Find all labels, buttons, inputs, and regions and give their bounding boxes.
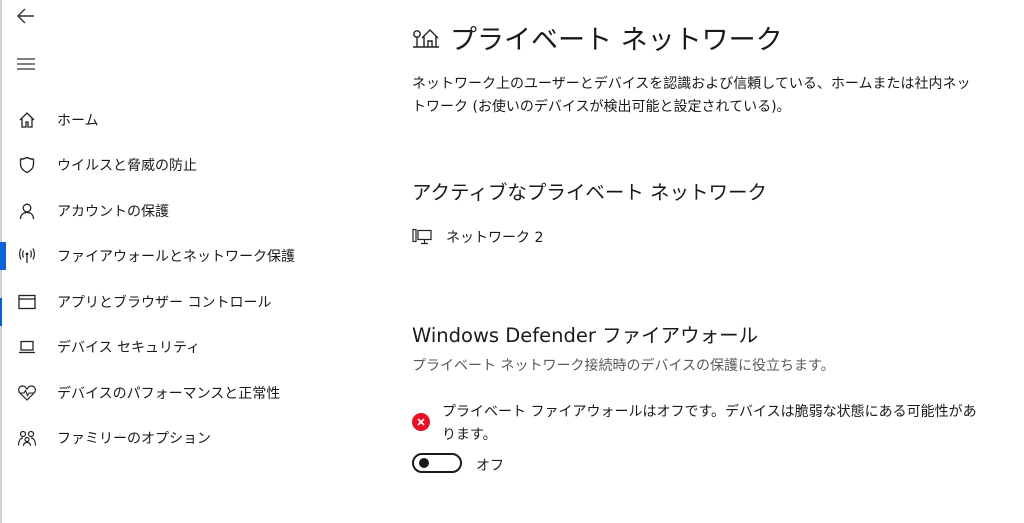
network-monitor-icon bbox=[412, 226, 434, 248]
sidebar-item-account-protection[interactable]: アカウントの保護 bbox=[0, 188, 300, 234]
sidebar-item-label: アカウントの保護 bbox=[57, 203, 169, 220]
toggle-knob bbox=[419, 458, 429, 468]
sidebar-item-firewall[interactable]: ファイアウォールとネットワーク保護 bbox=[0, 234, 300, 280]
sidebar-item-label: ホーム bbox=[57, 112, 99, 129]
defender-firewall-description: プライベート ネットワーク接続時のデバイスの保護に役立ちます。 bbox=[412, 358, 835, 374]
alert-text: プライベート ファイアウォールはオフです。デバイスは脆弱な状態にある可能性があり… bbox=[442, 404, 977, 443]
home-network-icon bbox=[412, 24, 440, 52]
back-button[interactable] bbox=[14, 4, 38, 28]
active-networks-heading: アクティブなプライベート ネットワーク bbox=[412, 181, 768, 204]
sidebar-item-device-security[interactable]: デバイス セキュリティ bbox=[0, 325, 300, 371]
page-description: ネットワーク上のユーザーとデバイスを認識および信頼している、ホームまたは社内ネッ… bbox=[412, 76, 971, 115]
network-name: ネットワーク 2 bbox=[446, 230, 544, 246]
back-arrow-icon bbox=[17, 8, 34, 24]
browser-window-icon bbox=[16, 291, 38, 313]
page-title: プライベート ネットワーク bbox=[412, 18, 783, 57]
sidebar-item-label: ファイアウォールとネットワーク保護 bbox=[57, 249, 295, 266]
sidebar-item-label: ファミリーのオプション bbox=[57, 431, 211, 448]
selection-indicator bbox=[0, 241, 6, 270]
sidebar-item-label: デバイス セキュリティ bbox=[57, 340, 201, 357]
home-icon bbox=[16, 109, 38, 131]
sidebar-item-label: デバイスのパフォーマンスと正常性 bbox=[57, 385, 281, 402]
hamburger-icon bbox=[17, 58, 35, 70]
laptop-icon bbox=[16, 336, 38, 358]
heart-pulse-icon bbox=[16, 382, 38, 404]
firewall-toggle-label: オフ bbox=[476, 458, 504, 474]
family-icon bbox=[16, 427, 38, 449]
shield-icon bbox=[16, 154, 38, 176]
sidebar-nav: ホーム ウイルスと脅威の防止 アカウントの保護 ファイアウォールとネットワーク保… bbox=[0, 97, 300, 461]
sidebar-item-label: ウイルスと脅威の防止 bbox=[57, 158, 197, 175]
active-network-item: ネットワーク 2 bbox=[412, 226, 543, 248]
sidebar-item-family-options[interactable]: ファミリーのオプション bbox=[0, 416, 300, 462]
sidebar-item-label: アプリとブラウザー コントロール bbox=[57, 294, 272, 311]
page-title-text: プライベート ネットワーク bbox=[450, 25, 783, 56]
firewall-toggle-switch[interactable] bbox=[412, 453, 462, 473]
sidebar-item-virus-protection[interactable]: ウイルスと脅威の防止 bbox=[0, 143, 300, 189]
antenna-icon bbox=[16, 245, 38, 267]
error-icon bbox=[412, 413, 430, 431]
sidebar-item-home[interactable]: ホーム bbox=[0, 97, 300, 143]
person-icon bbox=[16, 200, 38, 222]
sidebar-item-app-browser-control[interactable]: アプリとブラウザー コントロール bbox=[0, 279, 300, 325]
defender-firewall-heading: Windows Defender ファイアウォール bbox=[412, 324, 759, 347]
menu-button[interactable] bbox=[14, 52, 38, 76]
sidebar-item-device-health[interactable]: デバイスのパフォーマンスと正常性 bbox=[0, 370, 300, 416]
